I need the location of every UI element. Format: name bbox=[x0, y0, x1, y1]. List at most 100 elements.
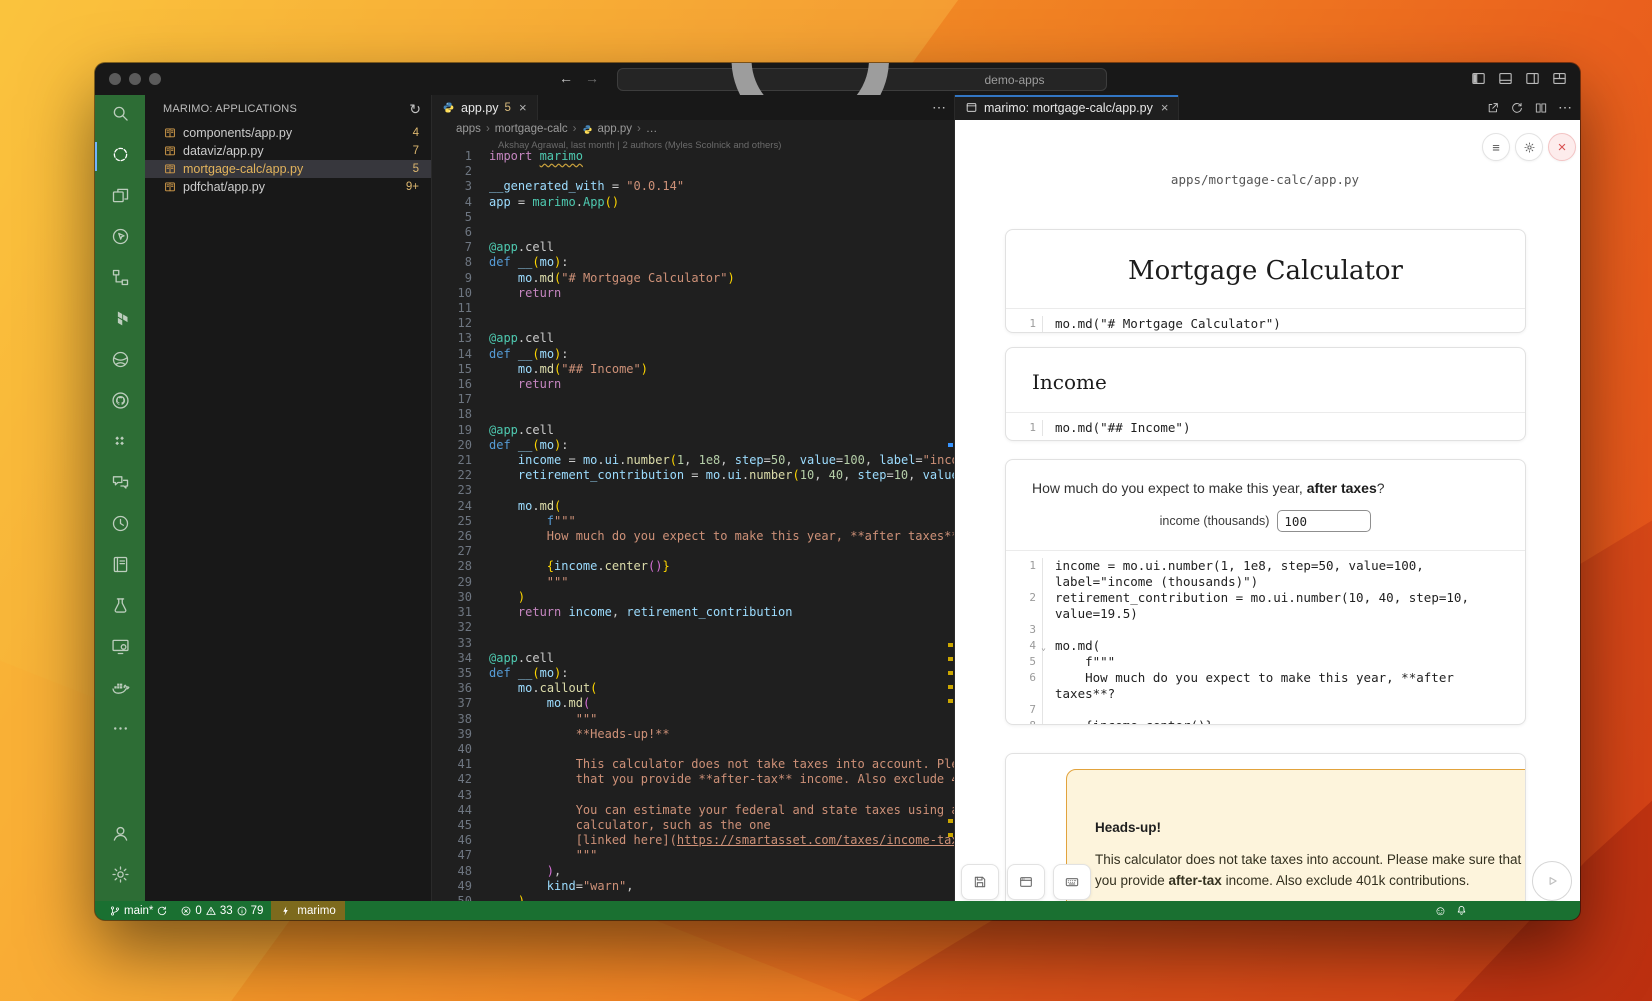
code-line[interactable]: 31 return income, retirement_contributio… bbox=[432, 605, 954, 620]
tab-app-py[interactable]: app.py 5 × bbox=[432, 95, 538, 120]
toggle-panel-icon[interactable] bbox=[1497, 70, 1514, 87]
preview-code-line[interactable]: 8 {income.center()} bbox=[1006, 718, 1525, 725]
sidebar-item-components/app.py[interactable]: components/app.py4 bbox=[145, 124, 431, 142]
code-line[interactable]: 35def __(mo): bbox=[432, 666, 954, 681]
activity-item-sphere[interactable] bbox=[95, 341, 145, 382]
code-line[interactable]: 14def __(mo): bbox=[432, 347, 954, 362]
activity-item-marimo[interactable] bbox=[95, 136, 145, 177]
code-line[interactable]: 42 that you provide **after-tax** income… bbox=[432, 772, 954, 787]
cell-code[interactable]: 1income = mo.ui.number(1, 1e8, step=50, … bbox=[1006, 551, 1525, 725]
nav-forward-button[interactable]: → bbox=[583, 70, 601, 86]
code-line[interactable]: 47 """ bbox=[432, 848, 954, 863]
activity-item-windows[interactable] bbox=[95, 177, 145, 218]
code-line[interactable]: 26 How much do you expect to make this y… bbox=[432, 529, 954, 544]
code-line[interactable]: 20def __(mo): bbox=[432, 438, 954, 453]
code-line[interactable]: 27 bbox=[432, 544, 954, 559]
more-actions-icon[interactable]: ⋯ bbox=[1558, 99, 1572, 116]
preview-code-line[interactable]: 1income = mo.ui.number(1, 1e8, step=50, … bbox=[1006, 558, 1525, 590]
activity-item-account[interactable] bbox=[95, 815, 145, 856]
code-line[interactable]: 33 bbox=[432, 636, 954, 651]
breadcrumb-item[interactable]: … bbox=[646, 123, 658, 135]
problems-status[interactable]: 0 33 79 bbox=[176, 901, 267, 920]
toggle-secondary-sidebar-icon[interactable] bbox=[1524, 70, 1541, 87]
open-browser-button[interactable] bbox=[1007, 864, 1045, 900]
code-line[interactable]: 29 """ bbox=[432, 575, 954, 590]
shutdown-button[interactable]: × bbox=[1548, 133, 1576, 161]
code-line[interactable]: 43 bbox=[432, 788, 954, 803]
keyboard-shortcuts-button[interactable] bbox=[1053, 864, 1091, 900]
reload-icon[interactable] bbox=[1510, 101, 1524, 115]
activity-item-github[interactable] bbox=[95, 382, 145, 423]
activity-item-screen[interactable] bbox=[95, 628, 145, 669]
nav-back-button[interactable]: ← bbox=[557, 70, 575, 86]
code-line[interactable]: 12 bbox=[432, 316, 954, 331]
settings-button[interactable] bbox=[1515, 133, 1543, 161]
activity-item-notebook[interactable] bbox=[95, 546, 145, 587]
code-line[interactable]: 37 mo.md( bbox=[432, 696, 954, 711]
code-line[interactable]: 8def __(mo): bbox=[432, 255, 954, 270]
marimo-status-item[interactable]: marimo bbox=[271, 901, 344, 920]
code-line[interactable]: 41 This calculator does not take taxes i… bbox=[432, 757, 954, 772]
feedback-smiley-icon[interactable]: ☺ bbox=[1434, 904, 1447, 917]
window-zoom-button[interactable] bbox=[149, 73, 161, 85]
save-button[interactable] bbox=[961, 864, 999, 900]
activity-item-more[interactable] bbox=[95, 710, 145, 751]
cell-code[interactable]: 1mo.md("# Mortgage Calculator") bbox=[1006, 309, 1525, 333]
preview-code-line[interactable]: 6 How much do you expect to make this ye… bbox=[1006, 670, 1525, 702]
code-line[interactable]: 16 return bbox=[432, 377, 954, 392]
activity-item-tests[interactable] bbox=[95, 587, 145, 628]
code-line[interactable]: 23 bbox=[432, 483, 954, 498]
breadcrumb-item[interactable]: mortgage-calc bbox=[495, 123, 568, 135]
code-line[interactable]: 5 bbox=[432, 210, 954, 225]
editor-actions-more-icon[interactable]: ⋯ bbox=[932, 99, 946, 116]
income-number-input[interactable] bbox=[1277, 510, 1371, 532]
split-editor-icon[interactable] bbox=[1534, 101, 1548, 115]
code-line[interactable]: 1import marimo bbox=[432, 149, 954, 164]
code-line[interactable]: 50 ) bbox=[432, 894, 954, 901]
command-center-search[interactable]: demo-apps bbox=[617, 68, 1107, 91]
activity-item-org-chart[interactable] bbox=[95, 259, 145, 300]
code-line[interactable]: 38 """ bbox=[432, 712, 954, 727]
code-line[interactable]: 6 bbox=[432, 225, 954, 240]
toggle-sidebar-icon[interactable] bbox=[1470, 70, 1487, 87]
code-line[interactable]: 22 retirement_contribution = mo.ui.numbe… bbox=[432, 468, 954, 483]
preview-code-line[interactable]: 4⌄mo.md( bbox=[1006, 638, 1525, 654]
activity-item-history[interactable] bbox=[95, 505, 145, 546]
sync-icon[interactable] bbox=[156, 905, 168, 917]
code-line[interactable]: 39 **Heads-up!** bbox=[432, 727, 954, 742]
code-line[interactable]: 46 [linked here](https://smartasset.com/… bbox=[432, 833, 954, 848]
activity-item-docker[interactable] bbox=[95, 669, 145, 710]
open-external-icon[interactable] bbox=[1486, 101, 1500, 115]
code-line[interactable]: 18 bbox=[432, 407, 954, 422]
breadcrumb-item[interactable]: app.py bbox=[598, 123, 633, 135]
code-line[interactable]: 30 ) bbox=[432, 590, 954, 605]
preview-code-line[interactable]: 1mo.md("## Income") bbox=[1006, 420, 1525, 436]
code-line[interactable]: 24 mo.md( bbox=[432, 499, 954, 514]
breadcrumb-item[interactable]: apps bbox=[456, 123, 481, 135]
code-line[interactable]: 19@app.cell bbox=[432, 423, 954, 438]
code-line[interactable]: 21 income = mo.ui.number(1, 1e8, step=50… bbox=[432, 453, 954, 468]
code-line[interactable]: 9 mo.md("# Mortgage Calculator") bbox=[432, 271, 954, 286]
activity-item-terraform[interactable] bbox=[95, 300, 145, 341]
activity-item-run-inspect[interactable] bbox=[95, 218, 145, 259]
code-line[interactable]: 11 bbox=[432, 301, 954, 316]
code-line[interactable]: 44 You can estimate your federal and sta… bbox=[432, 803, 954, 818]
preview-code-line[interactable]: 2retirement_contribution = mo.ui.number(… bbox=[1006, 590, 1525, 622]
code-line[interactable]: 2 bbox=[432, 164, 954, 179]
sidebar-item-dataviz/app.py[interactable]: dataviz/app.py7 bbox=[145, 142, 431, 160]
sidebar-item-mortgage-calc/app.py[interactable]: mortgage-calc/app.py5 bbox=[145, 160, 431, 178]
close-icon[interactable]: × bbox=[519, 100, 527, 115]
refresh-icon[interactable]: ↻ bbox=[409, 101, 421, 118]
window-close-button[interactable] bbox=[109, 73, 121, 85]
code-line[interactable]: 45 calculator, such as the one bbox=[432, 818, 954, 833]
code-line[interactable]: 40 bbox=[432, 742, 954, 757]
code-line[interactable]: 3__generated_with = "0.0.14" bbox=[432, 179, 954, 194]
git-branch-status[interactable]: main* bbox=[105, 901, 172, 920]
code-line[interactable]: 32 bbox=[432, 620, 954, 635]
code-editor[interactable]: 1import marimo23__generated_with = "0.0.… bbox=[432, 149, 954, 901]
menu-button[interactable]: ≡ bbox=[1482, 133, 1510, 161]
code-line[interactable]: 25 f""" bbox=[432, 514, 954, 529]
preview-code-line[interactable]: 5 f""" bbox=[1006, 654, 1525, 670]
close-icon[interactable]: × bbox=[1161, 100, 1169, 115]
code-line[interactable]: 36 mo.callout( bbox=[432, 681, 954, 696]
